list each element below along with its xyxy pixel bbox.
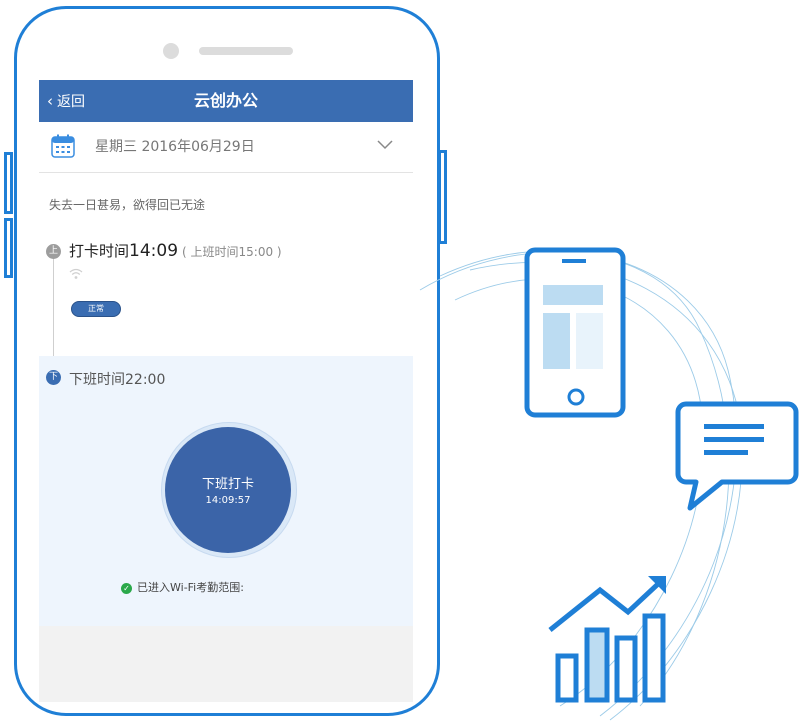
phone-icon: [524, 247, 626, 418]
chart-icon: [548, 576, 666, 703]
decorative-illustration: [419, 247, 799, 721]
chat-icon: [675, 401, 799, 511]
